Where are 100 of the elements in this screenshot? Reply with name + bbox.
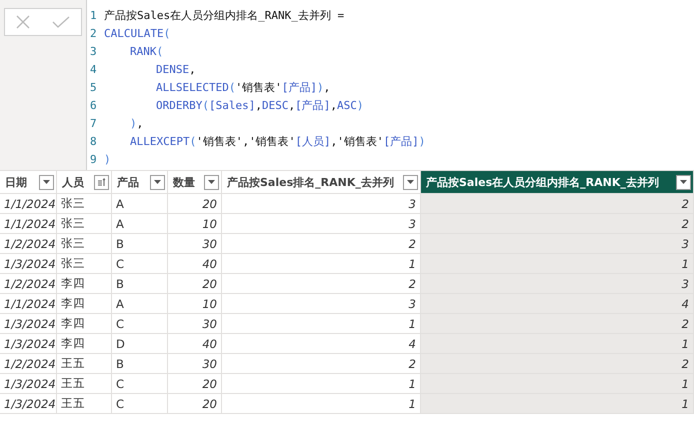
column-header[interactable]: 日期 bbox=[0, 171, 57, 194]
table-cell: 3 bbox=[222, 294, 421, 314]
line-number: 7 bbox=[89, 116, 98, 130]
formula-editor[interactable]: 1 产品按Sales在人员分组内排名_RANK_去并列 = 2 CALCULATE( 3 RANK( 4 DENSE, 5 ALLSELECTED('销售表'[产品]), 6 ORDERBY([Sales],DESC,[产品],ASC) 7 ), 8 ALLEXCEPT('销售表','销售表'[人员],'销售表'[产品]) 9 ) bbox=[86, 0, 694, 170]
line-number: 4 bbox=[89, 62, 98, 76]
table-cell: 1/1/2024 bbox=[0, 294, 57, 314]
dropdown-icon[interactable] bbox=[150, 174, 165, 190]
table-cell: 1 bbox=[222, 314, 421, 334]
table-cell: C bbox=[112, 374, 168, 394]
table-cell: 李四 bbox=[57, 334, 112, 354]
table-cell: 张三 bbox=[57, 214, 112, 234]
table-cell: 2 bbox=[421, 214, 694, 234]
code-token: [Sales] bbox=[208, 98, 256, 112]
column-header[interactable]: 数量 bbox=[168, 171, 222, 194]
code-token: ALLSELECTED bbox=[156, 80, 229, 94]
code-token: ( bbox=[156, 44, 164, 58]
table-cell: 1/3/2024 bbox=[0, 334, 57, 354]
table-cell: 1 bbox=[421, 254, 694, 274]
code-token: , bbox=[288, 98, 296, 112]
code-token: ALLEXCEPT bbox=[130, 134, 190, 148]
table-cell: A bbox=[112, 194, 168, 214]
dropdown-icon[interactable] bbox=[403, 174, 418, 190]
column-header[interactable]: 产品按Sales排名_RANK_去并列 bbox=[222, 171, 421, 194]
column-header[interactable]: 产品按Sales在人员分组内排名_RANK_去并列 bbox=[421, 171, 694, 194]
table-cell: 3 bbox=[222, 214, 421, 234]
table-cell: 张三 bbox=[57, 254, 112, 274]
table-cell: D bbox=[112, 334, 168, 354]
dropdown-icon[interactable] bbox=[39, 174, 54, 190]
table-cell: 40 bbox=[168, 334, 222, 354]
table-cell: 10 bbox=[168, 294, 222, 314]
line-number: 5 bbox=[89, 80, 98, 94]
table-cell: A bbox=[112, 214, 168, 234]
table-cell: 4 bbox=[222, 334, 421, 354]
table-cell: 王五 bbox=[57, 374, 112, 394]
sort-icon[interactable] bbox=[94, 174, 109, 190]
code-token: , bbox=[255, 98, 262, 112]
table-cell: 2 bbox=[421, 314, 694, 334]
line-number: 3 bbox=[89, 44, 98, 58]
table-cell: 1 bbox=[421, 394, 694, 414]
table-cell: B bbox=[112, 234, 168, 254]
table-cell: 张三 bbox=[57, 194, 112, 214]
table-cell: 2 bbox=[421, 194, 694, 214]
code-token: DENSE bbox=[156, 62, 190, 76]
dropdown-icon[interactable] bbox=[676, 174, 691, 190]
table-cell: 1/2/2024 bbox=[0, 274, 57, 294]
column-header[interactable]: 产品 bbox=[112, 171, 168, 194]
table-cell: C bbox=[112, 254, 168, 274]
code-token: ) bbox=[316, 80, 324, 94]
dropdown-icon[interactable] bbox=[204, 174, 219, 190]
code-token: ( bbox=[164, 26, 170, 40]
table-cell: 1/3/2024 bbox=[0, 394, 57, 414]
table-cell: 1 bbox=[222, 374, 421, 394]
table-cell: C bbox=[112, 314, 168, 334]
column-header[interactable]: 人员 bbox=[57, 171, 112, 194]
code-token: , bbox=[324, 80, 330, 94]
code-token: DESC bbox=[262, 98, 288, 112]
code-token: [人员] bbox=[295, 134, 331, 148]
table-cell: 1 bbox=[222, 394, 421, 414]
table-cell: 1 bbox=[421, 374, 694, 394]
code-token: ) bbox=[104, 152, 111, 166]
code-token: 产品按Sales在人员分组内排名_RANK_去并列 = bbox=[104, 8, 344, 22]
code-token: ) bbox=[356, 98, 364, 112]
table-cell: 30 bbox=[168, 314, 222, 334]
checkmark-icon[interactable] bbox=[52, 16, 70, 28]
table-cell: 3 bbox=[421, 234, 694, 254]
table-cell: 2 bbox=[222, 274, 421, 294]
table-cell: 4 bbox=[421, 294, 694, 314]
table-cell: 1/1/2024 bbox=[0, 194, 57, 214]
code-token: '销售表','销售表' bbox=[196, 134, 296, 148]
table-cell: C bbox=[112, 394, 168, 414]
table-cell: 20 bbox=[168, 394, 222, 414]
table-cell: 20 bbox=[168, 194, 222, 214]
code-token: [产品] bbox=[282, 80, 317, 94]
table-cell: 1/2/2024 bbox=[0, 354, 57, 374]
code-token: ASC bbox=[336, 98, 357, 112]
line-number: 2 bbox=[89, 26, 98, 40]
table-cell: B bbox=[112, 354, 168, 374]
code-token: [产品] bbox=[383, 134, 419, 148]
table-cell: 1/3/2024 bbox=[0, 314, 57, 334]
table-cell: 30 bbox=[168, 354, 222, 374]
table-cell: 2 bbox=[222, 354, 421, 374]
table-cell: 3 bbox=[421, 274, 694, 294]
line-number: 9 bbox=[89, 152, 98, 166]
table-cell: 2 bbox=[222, 234, 421, 254]
table-cell: 王五 bbox=[57, 354, 112, 374]
table-cell: 1/2/2024 bbox=[0, 234, 57, 254]
code-token: ( bbox=[228, 80, 236, 94]
table-cell: A bbox=[112, 294, 168, 314]
code-token: ORDERBY bbox=[156, 98, 202, 112]
table-cell: B bbox=[112, 274, 168, 294]
code-token: , bbox=[136, 116, 144, 130]
table-cell: 20 bbox=[168, 374, 222, 394]
table-cell: 20 bbox=[168, 274, 222, 294]
code-token: ,'销售表' bbox=[330, 134, 384, 148]
code-token: , bbox=[330, 98, 337, 112]
code-token: , bbox=[189, 62, 196, 76]
code-token: [产品] bbox=[295, 98, 330, 112]
table-cell: 3 bbox=[222, 194, 421, 214]
table-cell: 1 bbox=[421, 334, 694, 354]
table-cell: 1/3/2024 bbox=[0, 254, 57, 274]
